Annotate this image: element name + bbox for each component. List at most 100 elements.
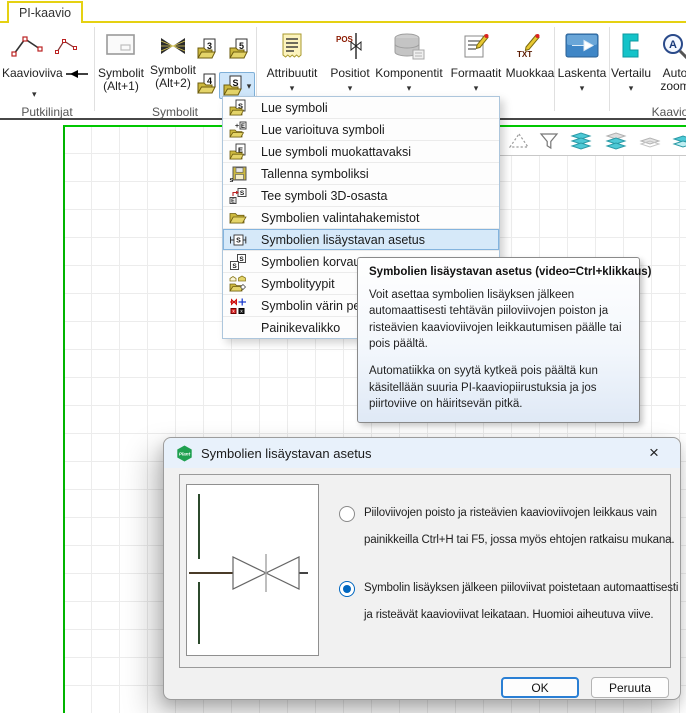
folder-s-icon: S xyxy=(223,75,245,97)
layers-teal-flat-icon[interactable] xyxy=(671,133,686,149)
formaatit-label: Formaatit xyxy=(451,67,502,80)
radio-button-unselected[interactable] xyxy=(339,506,355,522)
menu-item-label: Lue symboli muokattavaksi xyxy=(261,145,411,159)
chevron-down-icon[interactable]: ▾ xyxy=(32,90,37,98)
cancel-button[interactable]: Peruuta xyxy=(591,677,669,698)
radio2-line1: Symbolin lisäyksen jälkeen piiloviivat p… xyxy=(364,575,678,602)
svg-text:S: S xyxy=(239,256,244,263)
menu-item-lue-varioituva-symboli[interactable]: + E Lue varioituva symboli xyxy=(223,119,499,141)
tab-pi-kaavio[interactable]: PI-kaavio xyxy=(7,1,83,23)
kaavioviiva-label: Kaavioviiva xyxy=(2,67,63,80)
menu-item-label: Symbolien valintahakemistot xyxy=(261,211,419,225)
group-label-putkilinjat: Putkilinjat xyxy=(0,105,94,119)
tooltip-title: Symbolien lisäystavan asetus (video=Ctrl… xyxy=(369,266,628,278)
symbol-valve-mesh-icon xyxy=(158,36,188,56)
close-icon[interactable]: × xyxy=(643,442,665,464)
plant-logo-text: Plant xyxy=(179,451,191,456)
menu-item-label: Symbolien lisäystavan asetus xyxy=(261,233,425,247)
autozoom-button[interactable]: A Auto zoom xyxy=(653,23,686,117)
chevron-down-icon: ▾ xyxy=(407,84,412,92)
menu-item-label: Symbolityypit xyxy=(261,277,335,291)
txt-icon-text: TXT xyxy=(517,50,532,59)
radio1-line2: painikkeilla Ctrl+H tai F5, jossa myös e… xyxy=(364,527,674,554)
symbol-color-inherit-icon: x x xyxy=(223,297,253,315)
menu-item-label: Tee symboli 3D-osasta xyxy=(261,189,387,203)
symbol-insert-setting-icon: S xyxy=(223,231,253,249)
tooltip-paragraph-2: Automatiikka on syytä kytkeä pois päältä… xyxy=(369,363,628,412)
layers-gray-flat-icon[interactable] xyxy=(638,134,662,148)
diagram-line-small-icon[interactable] xyxy=(54,36,80,56)
symbol-insert-setting-dialog: Plant Symbolien lisäystavan asetus × Pii… xyxy=(163,437,681,700)
position-tag-icon: POS xyxy=(335,33,365,59)
pipeline-arrow-icon[interactable] xyxy=(66,68,88,80)
menu-item-symbolien-valintahakemistot[interactable]: Symbolien valintahakemistot xyxy=(223,207,499,229)
positiot-label: Positiot xyxy=(330,67,369,80)
autozoom-line2: zoom xyxy=(660,80,686,93)
filter-funnel-icon[interactable] xyxy=(539,132,559,151)
database-icon xyxy=(392,33,426,59)
layers-teal-icon[interactable] xyxy=(568,131,594,151)
autozoom-magnifier-icon: A xyxy=(661,33,686,59)
menu-item-label: Lue varioituva symboli xyxy=(261,123,385,137)
chevron-down-icon: ▾ xyxy=(629,84,634,92)
compare-c-icon xyxy=(621,33,641,59)
svg-text:S: S xyxy=(240,190,245,197)
plant-logo-icon: Plant xyxy=(176,445,193,462)
svg-text:+: + xyxy=(235,123,239,130)
group-separator xyxy=(94,27,95,111)
symbolit-alt2-line2: (Alt+2) xyxy=(150,77,196,90)
radio1-line1: Piiloviivojen poisto ja risteävien kaavi… xyxy=(364,500,674,527)
chevron-down-icon: ▾ xyxy=(580,84,585,92)
open-folder-icon xyxy=(223,209,253,227)
symbol-folder-4-button[interactable]: 4 xyxy=(196,72,220,96)
diagram-line-large-icon[interactable] xyxy=(10,33,46,59)
view-toolbar xyxy=(498,127,686,156)
chevron-down-icon: ▾ xyxy=(290,84,295,92)
symbol-window-icon xyxy=(106,33,136,59)
vertailu-button[interactable]: Vertailu ▾ xyxy=(610,23,652,117)
menu-item-tallenna-symboliksi[interactable]: s Tallenna symboliksi xyxy=(223,163,499,185)
application-window: PI-kaavio xyxy=(0,0,686,713)
attribuutit-label: Attribuutit xyxy=(267,67,318,80)
radio-option-automatic[interactable]: Symbolin lisäyksen jälkeen piiloviivat p… xyxy=(339,575,678,629)
radio-button-selected[interactable] xyxy=(339,581,355,597)
document-pencil-icon xyxy=(463,33,489,59)
komponentit-label: Komponentit xyxy=(375,67,442,80)
folder-s-icon: S xyxy=(223,99,253,117)
tooltip-paragraph-1: Voit asettaa symbolien lisäyksen jälkeen… xyxy=(369,287,628,352)
symbolit-alt2-button[interactable]: Symbolit (Alt+2) xyxy=(147,23,199,117)
ribbon-tooltip: Symbolien lisäystavan asetus (video=Ctrl… xyxy=(357,257,640,423)
chevron-down-icon: ▾ xyxy=(247,82,252,90)
menu-item-label: Painikevalikko xyxy=(261,321,340,335)
symbol-folder-3-button[interactable]: 3 xyxy=(196,37,220,61)
menu-item-label: Lue symboli xyxy=(261,101,328,115)
group-label-kaavio: Kaavio xyxy=(640,105,686,119)
calculate-arrow-icon xyxy=(565,33,599,59)
muokkaa-button[interactable]: TXT Muokkaa xyxy=(505,23,555,117)
attribute-list-icon xyxy=(281,33,303,59)
dialog-titlebar[interactable]: Plant Symbolien lisäystavan asetus × xyxy=(164,438,680,468)
layers-mixed-icon[interactable] xyxy=(603,131,629,151)
svg-text:E: E xyxy=(241,124,245,130)
symbol-from-3d-icon: S E xyxy=(223,187,253,205)
menu-item-lue-symboli[interactable]: S Lue symboli xyxy=(223,97,499,119)
menu-item-tee-symboli-3d-osasta[interactable]: S E Tee symboli 3D-osasta xyxy=(223,185,499,207)
svg-text:A: A xyxy=(669,39,677,51)
symbolit-alt1-button[interactable]: Symbolit (Alt+1) xyxy=(96,23,146,117)
dashed-triangle-icon[interactable] xyxy=(508,132,530,150)
chevron-down-icon: ▾ xyxy=(348,84,353,92)
svg-text:s: s xyxy=(230,177,234,183)
radio-option-manual[interactable]: Piiloviivojen poisto ja risteävien kaavi… xyxy=(339,500,674,554)
menu-item-lue-symboli-muokattavaksi[interactable]: E Lue symboli muokattavaksi xyxy=(223,141,499,163)
symbol-folder-s-button-active[interactable]: S ▾ xyxy=(219,72,255,99)
symbol-replace-icon: S S xyxy=(223,253,253,271)
symbol-folder-5-button[interactable]: 5 xyxy=(228,37,252,61)
muokkaa-label: Muokkaa xyxy=(506,67,555,80)
laskenta-button[interactable]: Laskenta ▾ xyxy=(556,23,608,117)
symbol-types-icon xyxy=(223,275,253,293)
ok-button[interactable]: OK xyxy=(501,677,579,698)
kaavioviiva-button[interactable]: Kaavioviiva ▾ xyxy=(0,23,94,117)
tab-label: PI-kaavio xyxy=(19,6,71,20)
laskenta-label: Laskenta xyxy=(558,67,607,80)
menu-item-symbolien-lisaystavan-asetus[interactable]: S Symbolien lisäystavan asetus xyxy=(223,229,499,251)
